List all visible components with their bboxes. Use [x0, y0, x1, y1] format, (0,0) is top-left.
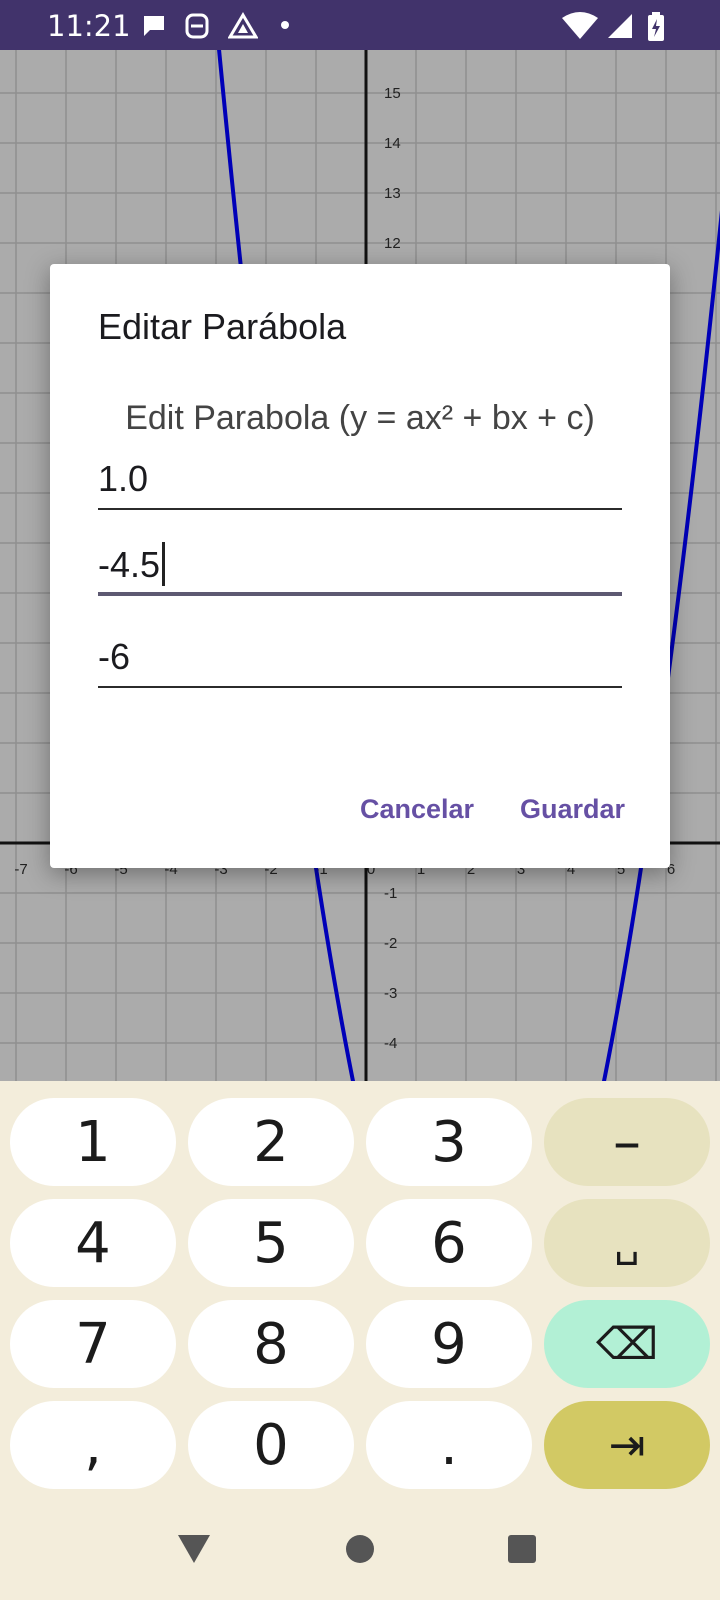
key-4[interactable]: 4: [10, 1199, 176, 1287]
key-5[interactable]: 5: [188, 1199, 354, 1287]
back-icon[interactable]: [176, 1533, 212, 1565]
key-space[interactable]: ␣: [544, 1199, 710, 1287]
edit-parabola-dialog: Editar Parábola Edit Parabola (y = ax² +…: [50, 264, 670, 868]
key-0[interactable]: 0: [188, 1401, 354, 1489]
key-8[interactable]: 8: [188, 1300, 354, 1388]
face-icon: [185, 13, 209, 39]
key-1[interactable]: 1: [10, 1098, 176, 1186]
key-period[interactable]: .: [366, 1401, 532, 1489]
key-9[interactable]: 9: [366, 1300, 532, 1388]
numeric-keyboard: 1 2 3 – 4 5 6 ␣ 7 8 9 ⌫ , 0 . ⇥: [0, 1081, 720, 1600]
key-minus[interactable]: –: [544, 1098, 710, 1186]
backspace-key[interactable]: ⌫: [544, 1300, 710, 1388]
key-2[interactable]: 2: [188, 1098, 354, 1186]
cancel-button[interactable]: Cancelar: [360, 794, 474, 825]
key-7[interactable]: 7: [10, 1300, 176, 1388]
y-tick-label: -2: [384, 935, 397, 952]
drive-icon: [228, 12, 258, 39]
save-button[interactable]: Guardar: [520, 794, 625, 825]
signal-icon: [608, 14, 632, 38]
coefficient-b-value: -4.5: [98, 544, 161, 585]
recents-icon[interactable]: [506, 1533, 538, 1565]
field-underline: [98, 592, 622, 596]
y-tick-label: 14: [384, 135, 401, 152]
home-icon[interactable]: [344, 1533, 376, 1565]
status-time: 11:21: [47, 9, 131, 43]
status-bar: 11:21: [0, 0, 720, 50]
coefficient-b-field[interactable]: -4.5: [98, 540, 622, 596]
coefficient-a-field[interactable]: 1.0: [98, 454, 622, 510]
y-tick-label: 15: [384, 85, 401, 102]
x-tick-label: -7: [14, 861, 27, 878]
y-tick-label: 13: [384, 185, 401, 202]
y-tick-label: -4: [384, 1035, 397, 1052]
coefficient-c-field[interactable]: -6: [98, 632, 622, 688]
chat-bubble-icon: [144, 16, 164, 36]
coefficient-a-value: 1.0: [98, 458, 149, 499]
key-comma[interactable]: ,: [10, 1401, 176, 1489]
dialog-message: Edit Parabola (y = ax² + bx + c): [125, 399, 595, 437]
key-6[interactable]: 6: [366, 1199, 532, 1287]
coefficient-c-value: -6: [98, 636, 131, 677]
y-tick-label: 12: [384, 235, 401, 252]
wifi-icon: [562, 12, 598, 39]
dialog-title: Editar Parábola: [98, 306, 347, 347]
field-underline: [98, 508, 622, 510]
y-tick-label: -3: [384, 985, 397, 1002]
dot-icon: [281, 21, 289, 29]
key-3[interactable]: 3: [366, 1098, 532, 1186]
y-tick-label: -1: [384, 885, 397, 902]
battery-charging-icon: [648, 12, 664, 41]
next-key[interactable]: ⇥: [544, 1401, 710, 1489]
field-underline: [98, 686, 622, 688]
text-cursor: [162, 542, 166, 586]
